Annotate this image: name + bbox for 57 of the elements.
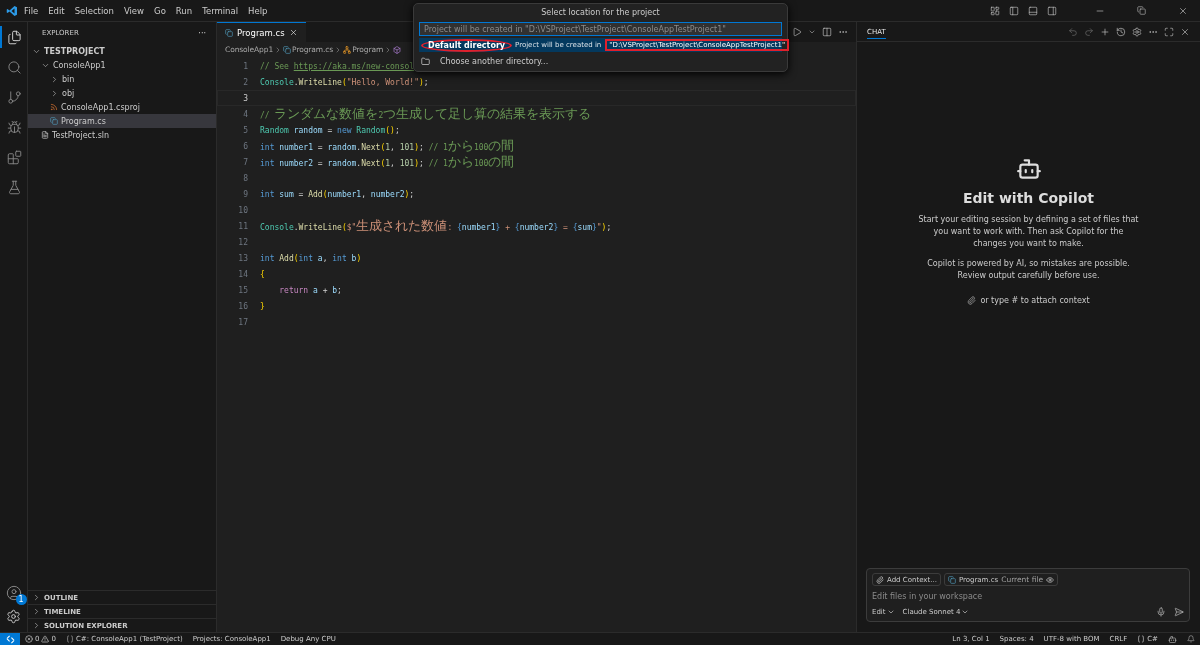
chat-description: Start your editing session by defining a set of files that you want to work with. Then ask Copilot for the changes you want to make.	[917, 213, 1140, 250]
code-line: return a + b;	[278, 284, 342, 297]
line-number: 3	[242, 93, 248, 103]
code-line: int sum = Add(number1, number2);	[260, 188, 415, 201]
more-button[interactable]: ···	[198, 28, 206, 38]
tree-item[interactable]: ConsoleApp1.csproj	[28, 100, 216, 114]
line-number: 8	[242, 173, 248, 183]
code-line: {	[260, 268, 265, 281]
menu-item[interactable]: File	[20, 5, 43, 16]
tree-item[interactable]: TestProject.sln	[28, 128, 216, 142]
line-number: 13	[237, 253, 248, 263]
line-number: 7	[242, 157, 248, 167]
line-number: 2	[242, 77, 248, 87]
tree-item[interactable]: Program.cs	[28, 114, 216, 128]
editor-tab[interactable]: Program.cs	[217, 22, 306, 42]
line-number: 12	[237, 237, 248, 247]
chat-title: Edit with Copilot	[962, 189, 1094, 206]
menu-item[interactable]: Edit	[44, 5, 69, 16]
notification-badge: 1	[15, 594, 27, 605]
line-number: 9	[242, 189, 248, 199]
code-line: int Add(int a, int b)	[260, 252, 362, 265]
line-number: 16	[237, 301, 248, 311]
tree-item[interactable]: obj	[28, 86, 216, 100]
tree-item[interactable]: ConsoleApp1	[28, 58, 216, 72]
code-line: int number1 = random.Next(1, 101); // 1から100の間	[260, 137, 515, 155]
line-number: 17	[237, 317, 248, 327]
code-line: Console.WriteLine($"生成された数値: {number1} + {number2} = {sum}");	[260, 217, 612, 235]
menu-item[interactable]: View	[119, 5, 149, 16]
line-number: 10	[237, 205, 248, 215]
line-number: 4	[242, 109, 248, 119]
line-number: 1	[242, 61, 248, 71]
menu-item[interactable]: Help	[244, 5, 272, 16]
code-line: int number2 = random.Next(1, 101); // 1から100の間	[260, 153, 515, 171]
tree-item[interactable]: bin	[28, 72, 216, 86]
location-input-field[interactable]: Project will be created in "D:\VSProject\TestProject\ConsoleAppTestProject1"	[419, 22, 782, 36]
menu-item[interactable]: Go	[150, 5, 170, 16]
chat-input-field[interactable]: Edit files in your workspace	[872, 592, 1184, 601]
code-line: }	[260, 300, 265, 313]
line-number: 6	[242, 141, 248, 151]
code-line: // ランダムな数値を2つ生成して足し算の結果を表示する	[260, 105, 592, 123]
menu-item[interactable]: Terminal	[198, 5, 243, 16]
code-line: // See https://aka.ms/new-consol	[260, 60, 415, 73]
attach-hint: or type # to attach context	[980, 295, 1090, 305]
line-number: 5	[242, 125, 248, 135]
dialog-title: Select location for the project	[540, 7, 661, 19]
dialog-option[interactable]: Choose another directory...	[419, 54, 782, 68]
option-label: Default directory	[421, 38, 513, 52]
line-number: 15	[237, 285, 248, 295]
menu-item[interactable]: Run	[171, 5, 197, 16]
option-label: Choose another directory...	[439, 55, 550, 68]
tree-item[interactable]: TESTPROJECT	[28, 44, 216, 58]
line-number: 14	[237, 269, 248, 279]
line-number: 11	[237, 221, 248, 231]
code-line: Console.WriteLine("Hello, World!");	[260, 76, 429, 89]
menu-item[interactable]: Selection	[70, 5, 118, 16]
code-line: Random random = new Random();	[260, 124, 400, 137]
chat-description: Copilot is powered by AI, so mistakes are possible. Review output carefully before use.	[926, 257, 1131, 282]
